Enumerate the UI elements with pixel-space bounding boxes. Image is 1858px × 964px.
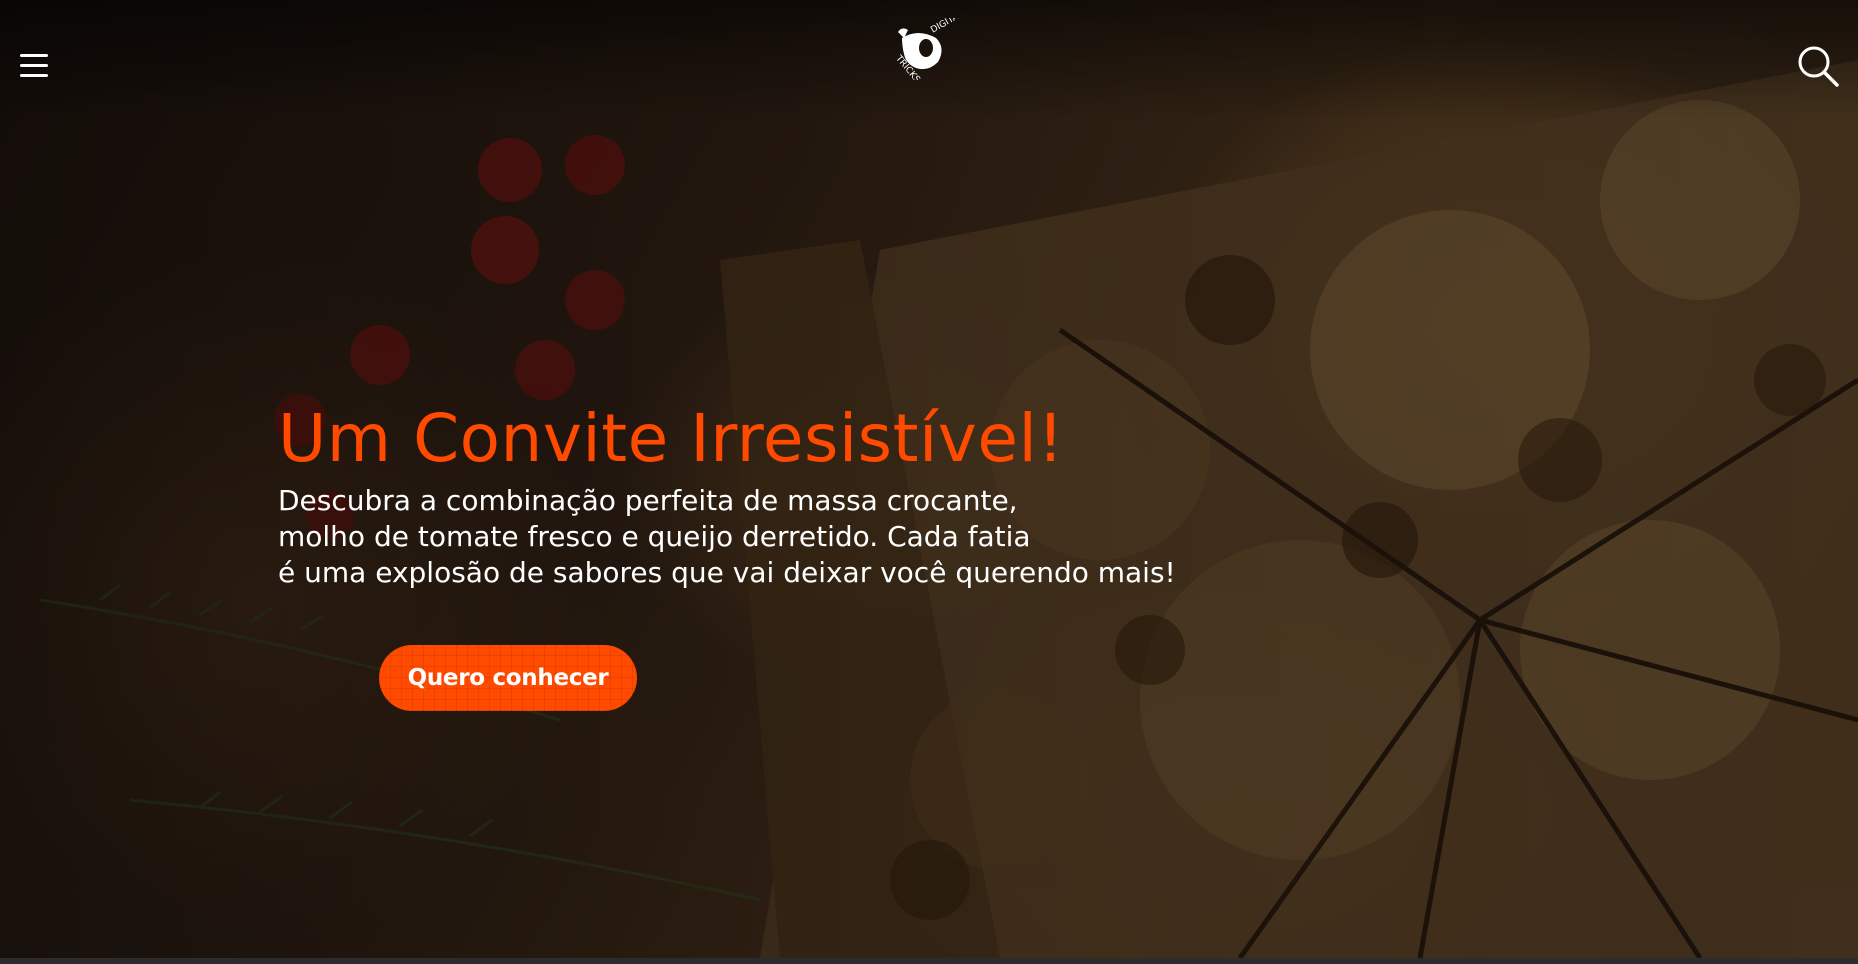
hero-description-line: é uma explosão de sabores que vai deixar… (278, 556, 1176, 589)
digital-tricks-logo[interactable]: DIGITAL TRICKS (888, 18, 962, 80)
hero-description-line: molho de tomate fresco e queijo derretid… (278, 520, 1031, 553)
bottom-scrollbar-strip (0, 958, 1858, 964)
hero-content: Um Convite Irresistível! Descubra a comb… (278, 395, 1278, 591)
search-icon[interactable] (1796, 44, 1840, 88)
logo-text-top: DIGITAL (929, 18, 962, 36)
hero-section: DIGITAL TRICKS Um Convite Irresistível! … (0, 0, 1858, 958)
hero-description-line: Descubra a combinação perfeita de massa … (278, 484, 1018, 517)
hamburger-menu-icon[interactable] (20, 54, 50, 78)
hero-description: Descubra a combinação perfeita de massa … (278, 483, 1278, 591)
hero-headline: Um Convite Irresistível! (278, 400, 1065, 477)
quero-conhecer-button[interactable]: Quero conhecer (379, 645, 637, 711)
